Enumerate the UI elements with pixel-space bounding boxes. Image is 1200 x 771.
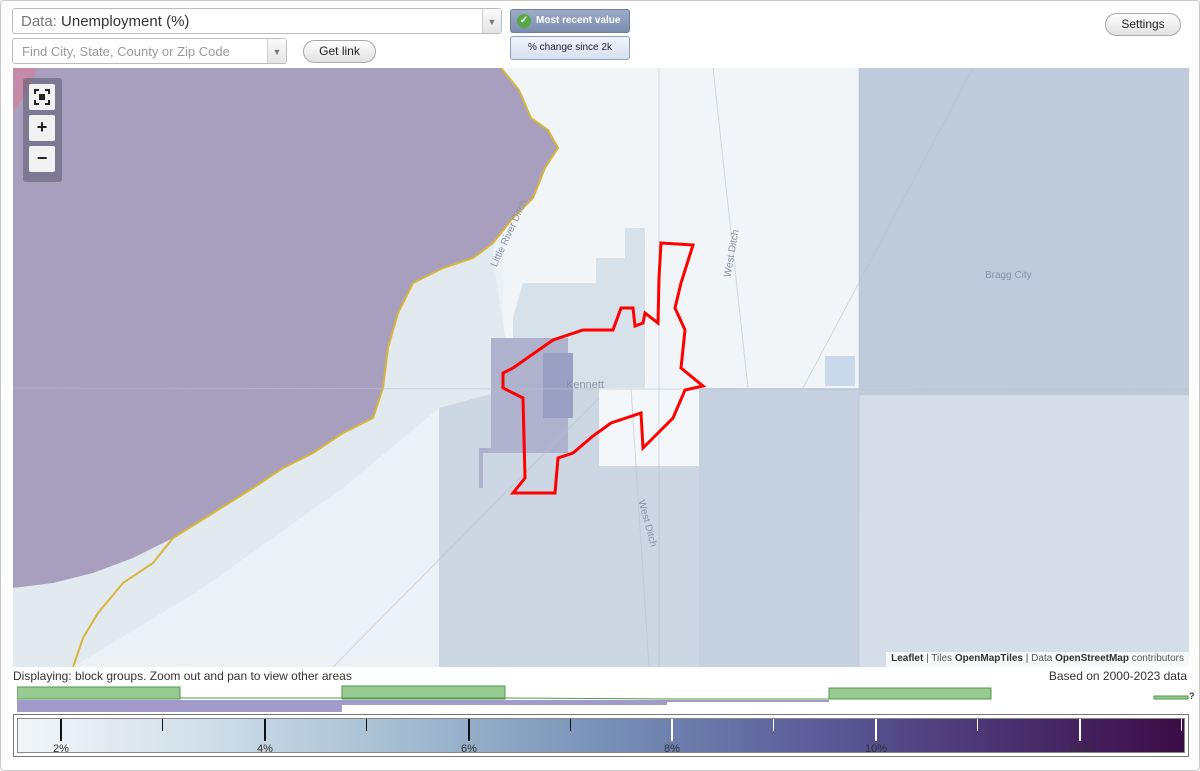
legend-major-tick [468, 719, 470, 741]
most-recent-value-label: Most recent value [536, 15, 621, 26]
block-group-white[interactable] [599, 388, 699, 466]
data-select-prefix: Data: [21, 13, 57, 30]
app-frame: Data: Unemployment (%) ▼ ▼ Get link ✓ Mo… [0, 0, 1200, 771]
legend-minor-tick [570, 719, 571, 731]
legend-label: 6% [461, 743, 477, 755]
zoom-fit-button[interactable] [29, 84, 55, 110]
plus-icon: + [36, 117, 48, 137]
data-select-dropdown-icon[interactable]: ▼ [482, 9, 501, 33]
data-basis: Based on 2000-2023 data [1048, 669, 1187, 683]
place-label-kennett: Kennett [566, 379, 604, 391]
block-group-bragg-city[interactable] [859, 68, 1189, 395]
data-select[interactable]: Data: Unemployment (%) ▼ [12, 8, 502, 34]
openstreetmap-link[interactable]: OpenStreetMap [1055, 653, 1129, 664]
histogram-help[interactable]: ? [1189, 691, 1195, 701]
search-box[interactable]: ▼ [12, 38, 287, 64]
legend-major-tick [264, 719, 266, 741]
data-select-value: Unemployment (%) [61, 13, 190, 30]
check-icon: ✓ [517, 14, 531, 28]
legend-label: 12% [1068, 743, 1092, 755]
leaflet-link[interactable]: Leaflet [891, 653, 923, 664]
legend-minor-tick [366, 719, 367, 731]
display-status: Displaying: block groups. Zoom out and p… [13, 669, 352, 683]
legend-label: 10% [864, 743, 888, 755]
openmaptiles-link[interactable]: OpenMapTiles [955, 653, 1023, 664]
legend-label: 2% [53, 743, 69, 755]
get-link-button[interactable]: Get link [303, 40, 376, 63]
legend-label: 8% [664, 743, 680, 755]
data-prefix: | Data [1025, 653, 1053, 664]
legend-major-tick [1079, 719, 1081, 741]
legend-minor-tick [977, 719, 978, 731]
color-legend: 2% 4% 6% 8% 10% 12% [13, 714, 1189, 757]
value-histogram [17, 685, 1189, 712]
zoom-control: + − [23, 78, 62, 182]
map-canvas[interactable] [13, 68, 1189, 667]
search-dropdown-icon[interactable]: ▼ [267, 39, 286, 63]
percent-change-toggle[interactable]: % change since 2k [510, 36, 630, 60]
block-group-east[interactable] [859, 395, 1189, 667]
search-input[interactable] [13, 39, 268, 63]
legend-major-tick [875, 719, 877, 741]
place-label-bragg-city: Bragg City [985, 270, 1032, 281]
zoom-out-button[interactable]: − [29, 146, 55, 172]
fullscreen-icon [34, 89, 50, 105]
zoom-in-button[interactable]: + [29, 115, 55, 141]
contributors-text: contributors [1131, 653, 1184, 664]
legend-minor-tick [1181, 719, 1182, 731]
legend-major-tick [671, 719, 673, 741]
map-attribution: Leaflet | Tiles OpenMapTiles | Data Open… [886, 652, 1189, 667]
legend-color-bar: 2% 4% 6% 8% 10% 12% [17, 718, 1185, 755]
legend-minor-tick [773, 719, 774, 731]
settings-button[interactable]: Settings [1105, 13, 1181, 36]
map-view[interactable]: + − Kennett Bragg City West Ditch West D… [13, 68, 1189, 667]
tiles-prefix: | Tiles [926, 653, 953, 664]
legend-label: 4% [257, 743, 273, 755]
minus-icon: − [36, 148, 48, 168]
legend-major-tick [60, 719, 62, 741]
legend-minor-tick [162, 719, 163, 731]
most-recent-value-toggle[interactable]: ✓ Most recent value [510, 9, 630, 33]
